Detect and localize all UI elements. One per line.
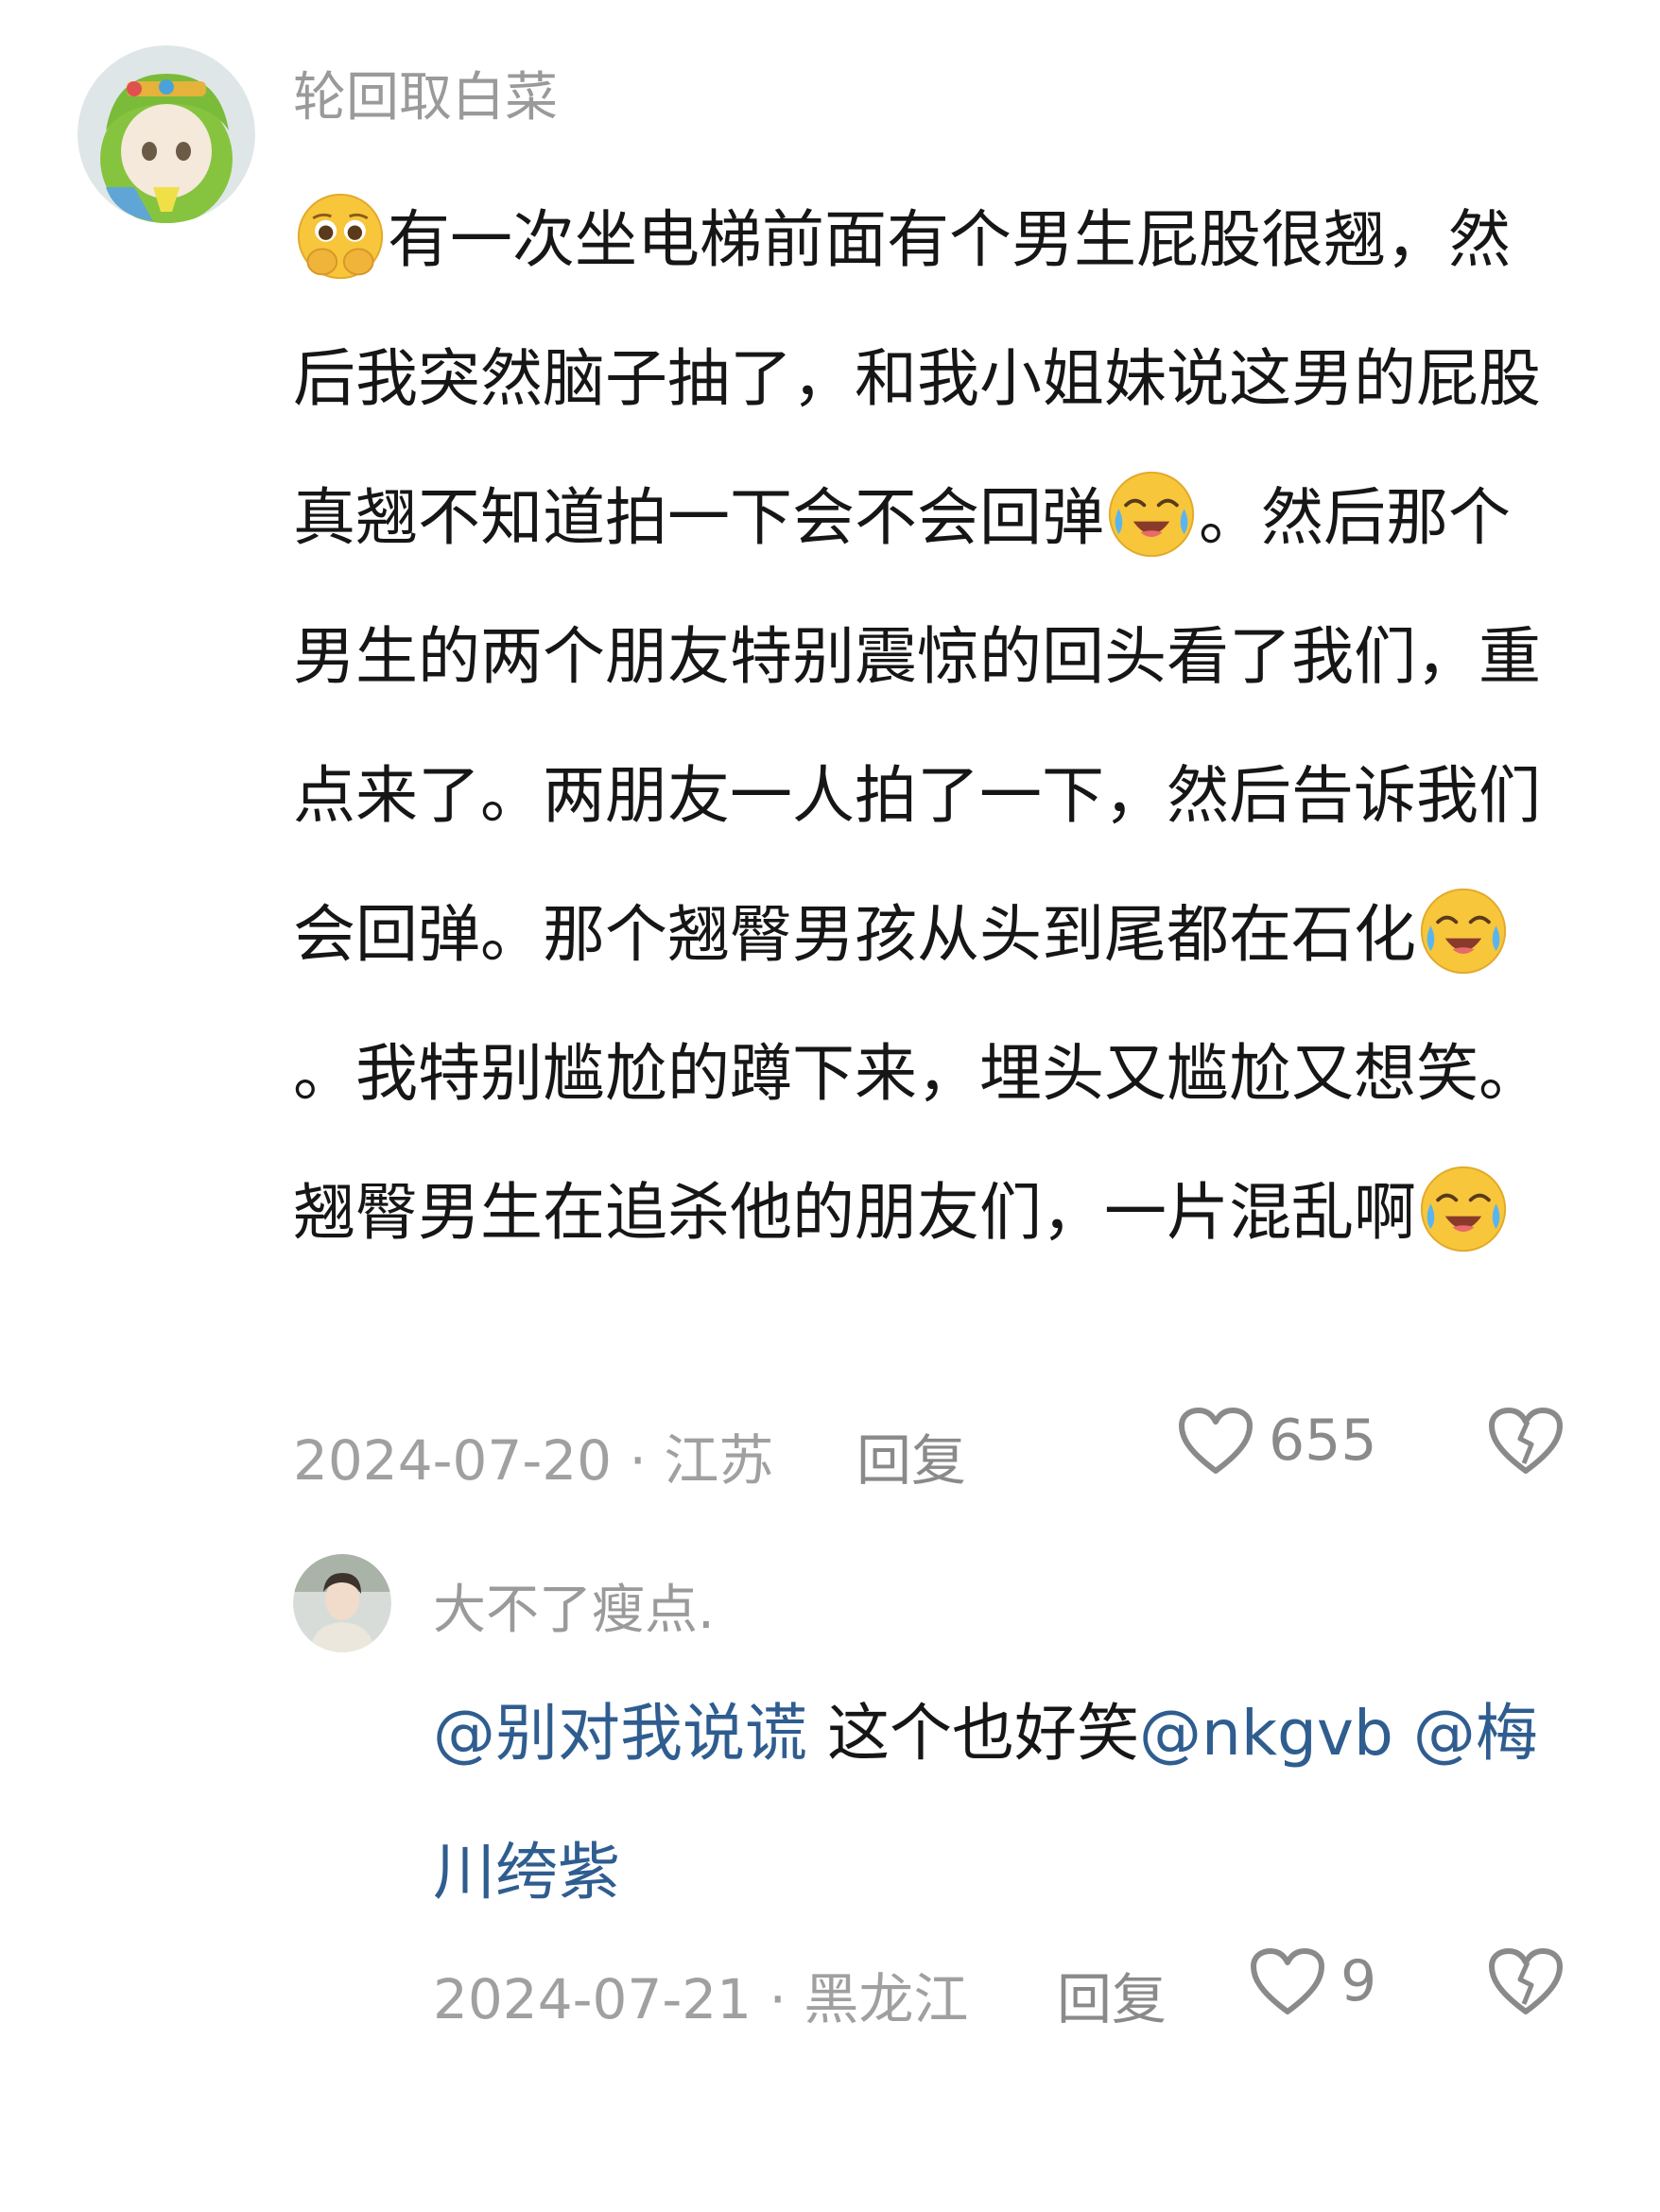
reply-username[interactable]: 大不了瘦点. [433, 1577, 715, 1645]
reply-avatar[interactable] [293, 1554, 391, 1652]
heart-icon [1179, 1408, 1253, 1474]
reply-button[interactable]: 回复 [856, 1416, 966, 1495]
mention-link[interactable]: @别对我说谎 [433, 1697, 807, 1770]
text-segment: 。然后那个男生的两个朋友特别震惊的回头看了我们，重点来了。两朋友一人拍了一下，然… [293, 481, 1541, 971]
pleading-face-icon [297, 193, 384, 280]
comment-text: 有一次坐电梯前面有个男生屁股很翘，然后我突然脑子抽了，和我小姐妹说这男的屁股真翘… [293, 170, 1569, 1282]
like-button[interactable]: 655 [1178, 1407, 1377, 1475]
broken-heart-icon [1489, 1948, 1563, 2014]
text-segment [1393, 1697, 1413, 1770]
reply-like-count: 9 [1340, 1948, 1377, 2014]
comment-date-location: 2024-07-20 · 江苏 [293, 1428, 774, 1493]
dislike-button[interactable] [1488, 1407, 1564, 1478]
mention-link[interactable]: @nkgvb [1139, 1697, 1393, 1770]
like-count: 655 [1269, 1408, 1377, 1474]
reply-like-button[interactable]: 9 [1250, 1947, 1376, 2015]
heart-icon [1251, 1948, 1324, 2014]
reply-dislike-button[interactable] [1488, 1947, 1564, 2019]
text-segment: 。我特别尴尬的蹲下来，埋头又尴尬又想笑。翘臀男生在追杀他的朋友们，一片混乱啊 [293, 1037, 1541, 1249]
avatar[interactable] [78, 45, 255, 223]
text-segment: 这个也好笑 [807, 1697, 1139, 1770]
crying-laughing-face-icon [1420, 1166, 1507, 1253]
crying-laughing-face-icon [1420, 888, 1507, 975]
reply-text: @别对我说谎 这个也好笑@nkgvb @梅川绔紫 [433, 1664, 1577, 1942]
comment-username[interactable]: 轮回取白菜 [293, 64, 558, 132]
reply-reply-button[interactable]: 回复 [1057, 1955, 1167, 2034]
broken-heart-icon [1489, 1408, 1563, 1474]
crying-laughing-face-icon [1108, 471, 1195, 558]
reply-date-location: 2024-07-21 · 黑龙江 [433, 1967, 969, 2031]
